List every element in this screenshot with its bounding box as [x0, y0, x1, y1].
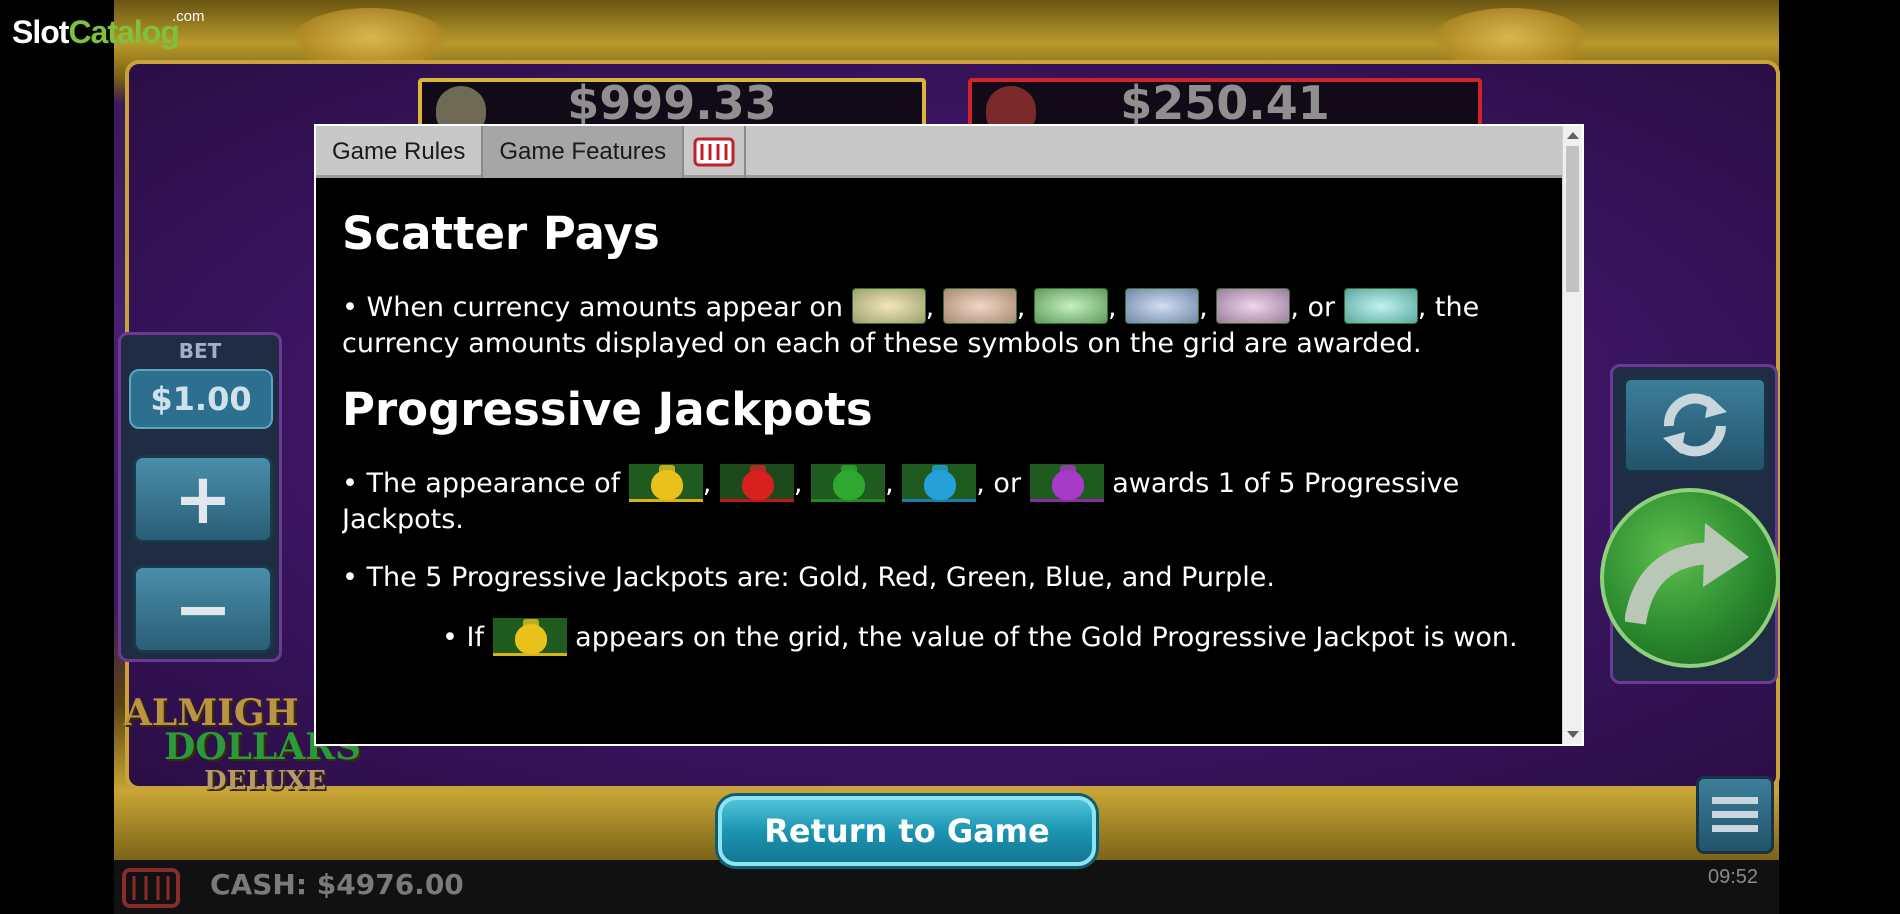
help-content: Scatter Pays • When currency amounts app… [342, 178, 1552, 744]
scroll-up-arrow-icon[interactable] [1567, 132, 1579, 139]
jackpot-or: , or [976, 468, 1022, 499]
tab-game-rules[interactable]: Game Rules [316, 126, 484, 178]
scatter-or: , or [1290, 292, 1336, 323]
currency-symbol-red-icon [942, 288, 1017, 324]
spin-button[interactable] [1600, 488, 1780, 668]
dialog-scrollbar[interactable] [1562, 126, 1582, 744]
jackpot-paragraph-2: • The 5 Progressive Jackpots are: Gold, … [342, 562, 1275, 593]
jackpot-sep: , [885, 468, 894, 499]
cash-balance: CASH: $4976.00 [210, 868, 464, 901]
dwg-logo-icon [693, 137, 735, 167]
red-bag-icon [986, 86, 1036, 124]
spin-arrow-icon [1625, 523, 1749, 625]
gold-bag-symbol-icon [628, 464, 703, 502]
scatter-sep: , [1199, 292, 1208, 323]
currency-symbol-purple-icon [1216, 288, 1291, 324]
jackpot-sep: , [793, 468, 803, 499]
jackpot-paragraph-3: • If appears on the grid, the value of t… [342, 618, 1552, 656]
autoplay-button[interactable] [1623, 377, 1767, 473]
decrease-bet-button[interactable]: − [133, 565, 273, 653]
hamburger-menu-icon [1712, 797, 1758, 832]
green-bag-symbol-icon [811, 464, 886, 502]
return-to-game-button[interactable]: Return to Game [718, 796, 1096, 866]
tab-dwg-logo[interactable] [684, 126, 747, 178]
bet-label: BET [178, 339, 222, 363]
scatter-sep: , [1107, 292, 1117, 323]
site-logo-slot: Slot [12, 14, 69, 50]
jackpot-p3-text-b: appears on the grid, the value of the Go… [575, 622, 1518, 653]
currency-symbol-green-icon [1033, 288, 1108, 324]
progressive-jackpots-heading: Progressive Jackpots [342, 383, 873, 436]
scatter-text-a: • When currency amounts appear on [342, 292, 843, 323]
site-logo-catalog: Catalog [68, 14, 179, 50]
scatter-pays-paragraph: • When currency amounts appear on , , , … [342, 288, 1552, 362]
gold-jackpot-display: $999.33 [418, 78, 926, 128]
gold-bag-symbol-icon [492, 618, 567, 656]
scroll-thumb[interactable] [1566, 146, 1579, 292]
currency-symbol-teal-icon [1343, 288, 1418, 324]
menu-button[interactable] [1696, 776, 1774, 854]
jackpot-text-a: • The appearance of [342, 468, 621, 499]
jackpot-sep: , [702, 468, 712, 499]
jackpot-p3-text-a: • If [442, 622, 484, 653]
blue-bag-symbol-icon [902, 464, 977, 502]
scroll-down-arrow-icon[interactable] [1567, 731, 1579, 738]
tab-game-features[interactable]: Game Features [483, 126, 685, 178]
jackpot-paragraph-1: • The appearance of , , , , or awards 1 … [342, 464, 1552, 538]
bet-panel: BET $1.00 + − [118, 332, 282, 662]
site-logo-com: .com [172, 8, 205, 25]
bet-value: $1.00 [129, 369, 273, 429]
game-logo-line3: DELUXE [204, 766, 326, 796]
purple-bag-symbol-icon [1029, 464, 1104, 502]
red-bag-symbol-icon [719, 464, 794, 502]
site-logo: SlotCatalog .com [12, 8, 205, 51]
clock: 09:52 [1708, 866, 1759, 888]
currency-symbol-blue-icon [1125, 288, 1200, 324]
gold-bag-icon [436, 86, 486, 124]
red-jackpot-display: $250.41 [968, 78, 1482, 128]
scatter-sep: , [1016, 292, 1026, 323]
refresh-icon [1663, 393, 1727, 457]
increase-bet-button[interactable]: + [133, 455, 273, 543]
scatter-sep: , [925, 292, 935, 323]
red-jackpot-value: $250.41 [1120, 78, 1330, 128]
help-tabbar: Game Rules Game Features [316, 126, 1564, 178]
gold-jackpot-value: $999.33 [567, 78, 777, 128]
dwg-logo-icon [122, 868, 180, 908]
help-dialog: Game Rules Game Features Scatter Pays • … [314, 124, 1584, 746]
currency-symbol-gold-icon [851, 288, 926, 324]
scatter-pays-heading: Scatter Pays [342, 207, 660, 260]
